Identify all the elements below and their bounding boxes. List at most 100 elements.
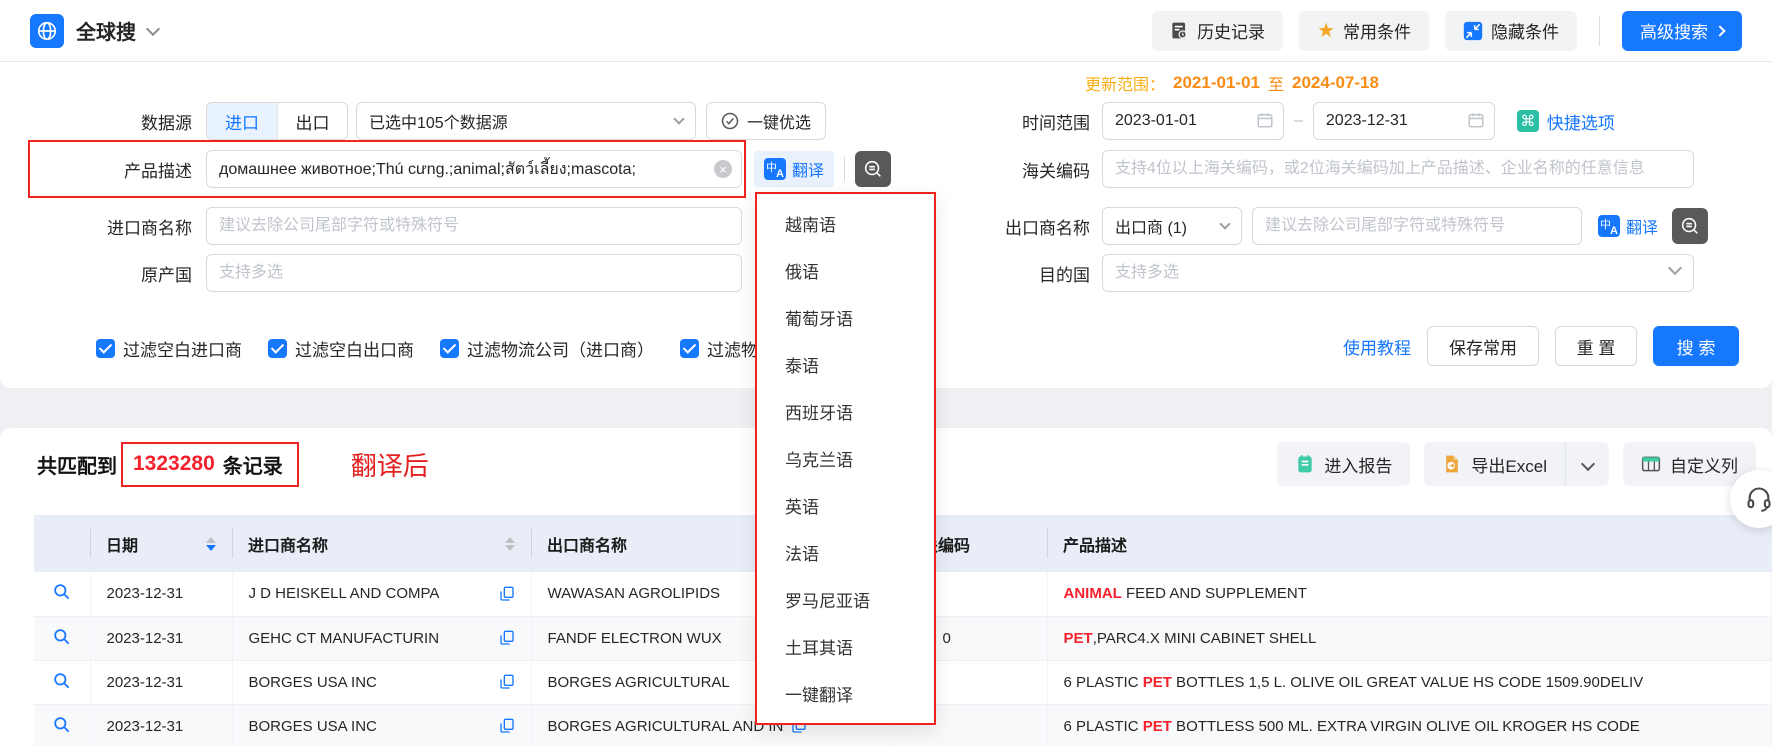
copy-icon[interactable] — [499, 630, 515, 646]
header-importer[interactable]: 进口商名称 — [232, 515, 531, 572]
one-key-optimize-label: 一键优选 — [747, 109, 811, 133]
cell-importer: GEHC CT MANUFACTURIN — [232, 616, 531, 660]
save-favorite-button[interactable]: 保存常用 — [1427, 326, 1539, 366]
filter-label: 过滤空白出口商 — [295, 336, 414, 361]
field-divider — [844, 157, 845, 181]
menu-item-french[interactable]: 法语 — [757, 529, 934, 576]
translate-language-menu: 越南语 俄语 葡萄牙语 泰语 西班牙语 乌克兰语 英语 法语 罗马尼亚语 土耳其… — [755, 192, 936, 725]
reset-button[interactable]: 重 置 — [1555, 326, 1637, 366]
checkbox-checked-icon[interactable] — [268, 339, 287, 358]
chevron-down-icon — [1219, 218, 1230, 229]
one-key-optimize-button[interactable]: 一键优选 — [706, 102, 826, 140]
search-button[interactable]: 搜 索 — [1653, 326, 1739, 366]
row-detail-search-icon[interactable] — [52, 582, 71, 601]
cell-importer: BORGES USA INC — [232, 704, 531, 746]
product-desc-input[interactable] — [206, 150, 742, 188]
menu-item-spanish[interactable]: 西班牙语 — [757, 388, 934, 435]
cell-product-desc: PET,PARC4.X MINI CABINET SHELL — [1047, 616, 1772, 660]
menu-item-romanian[interactable]: 罗马尼亚语 — [757, 576, 934, 623]
menu-item-portuguese[interactable]: 葡萄牙语 — [757, 294, 934, 341]
exporter-translate-label: 翻译 — [1626, 214, 1658, 238]
menu-item-vietnamese[interactable]: 越南语 — [757, 200, 934, 247]
row-detail-search-icon[interactable] — [52, 715, 71, 734]
translated-search-icon[interactable] — [1672, 208, 1708, 244]
menu-item-thai[interactable]: 泰语 — [757, 341, 934, 388]
data-source-select[interactable]: 已选中105个数据源 — [356, 102, 696, 140]
exporter-input[interactable] — [1252, 207, 1582, 245]
exporter-translate-button[interactable]: 翻译 — [1598, 214, 1658, 238]
menu-item-russian[interactable]: 俄语 — [757, 247, 934, 294]
quick-options-link[interactable]: ⌘ 快捷选项 — [1517, 109, 1615, 134]
menu-item-turkish[interactable]: 土耳其语 — [757, 623, 934, 670]
enter-report-button[interactable]: 进入报告 — [1277, 442, 1410, 486]
advanced-search-button[interactable]: 高级搜索 — [1622, 11, 1742, 51]
cell-importer: BORGES USA INC — [232, 660, 531, 704]
annotation-translated-label: 翻译后 — [351, 446, 429, 483]
report-icon — [1295, 454, 1315, 474]
destination-input[interactable] — [1102, 254, 1694, 292]
copy-icon[interactable] — [499, 674, 515, 690]
header-date-label: 日期 — [106, 532, 138, 556]
row-detail-search-icon[interactable] — [52, 671, 71, 690]
menu-item-one-key-translate[interactable]: 一键翻译 — [757, 670, 934, 717]
chevron-right-icon — [1714, 25, 1725, 36]
update-range-from: 2021-01-01 — [1173, 73, 1260, 93]
origin-label: 原产国 — [30, 261, 192, 286]
app-switch-chevron-down-icon[interactable] — [146, 21, 160, 35]
copy-icon[interactable] — [499, 586, 515, 602]
date-separator: – — [1294, 112, 1303, 130]
export-excel-label: 导出Excel — [1471, 452, 1547, 477]
command-icon: ⌘ — [1517, 110, 1539, 132]
tab-export[interactable]: 出口 — [277, 103, 347, 139]
checkbox-checked-icon[interactable] — [96, 339, 115, 358]
header-date[interactable]: 日期 — [90, 515, 232, 572]
menu-item-ukrainian[interactable]: 乌克兰语 — [757, 435, 934, 482]
cell-importer: J D HEISKELL AND COMPA — [232, 572, 531, 616]
copy-icon[interactable] — [499, 718, 515, 734]
tab-import[interactable]: 进口 — [207, 103, 277, 139]
importer-label: 进口商名称 — [30, 214, 192, 239]
menu-item-english[interactable]: 英语 — [757, 482, 934, 529]
app-title: 全球搜 — [76, 16, 136, 45]
filter-blank-exporter[interactable]: 过滤空白出口商 — [268, 336, 414, 361]
history-button[interactable]: 历史记录 — [1152, 11, 1283, 51]
translate-icon — [764, 158, 786, 180]
checkbox-checked-icon[interactable] — [680, 339, 699, 358]
tutorial-link[interactable]: 使用教程 — [1343, 334, 1411, 359]
clear-icon[interactable]: × — [714, 160, 732, 178]
header-product-desc[interactable]: 产品描述 — [1047, 515, 1772, 572]
origin-input[interactable] — [206, 254, 742, 292]
product-desc-field[interactable]: × — [206, 150, 742, 188]
sort-icon-importer[interactable] — [505, 537, 515, 551]
checkbox-checked-icon[interactable] — [440, 339, 459, 358]
filter-label: 过滤空白进口商 — [123, 336, 242, 361]
translate-button[interactable]: 翻译 — [754, 151, 834, 187]
favorites-button[interactable]: ★ 常用条件 — [1299, 11, 1429, 51]
date-from-field[interactable] — [1102, 102, 1284, 140]
update-range-joiner: 至 — [1268, 71, 1284, 95]
data-source-tabs: 进口 出口 — [206, 102, 348, 140]
destination-field[interactable] — [1102, 254, 1694, 292]
highlight-keyword: PET — [1143, 674, 1172, 691]
results-actions: 进入报告 导出Excel — [1277, 442, 1756, 486]
importer-input[interactable] — [206, 207, 742, 245]
update-range-label: 更新范围： — [1085, 71, 1165, 95]
update-range-to: 2024-07-18 — [1292, 73, 1379, 93]
exporter-type-select[interactable]: 出口商 (1) — [1102, 207, 1242, 245]
hide-conditions-button[interactable]: 隐藏条件 — [1445, 11, 1577, 51]
export-options-chevron[interactable] — [1565, 442, 1609, 486]
translated-search-icon[interactable] — [855, 151, 891, 187]
sort-icon-date[interactable] — [206, 537, 216, 551]
match-count-line: 共匹配到 1323280 条记录 翻译后 — [37, 444, 429, 484]
date-to-field[interactable] — [1313, 102, 1495, 140]
hs-code-input[interactable] — [1102, 150, 1694, 188]
export-excel-button[interactable]: 导出Excel — [1424, 442, 1565, 486]
highlight-keyword: PET — [1064, 630, 1093, 647]
row-detail-search-icon[interactable] — [52, 627, 71, 646]
filter-logistics-importer[interactable]: 过滤物流公司（进口商） — [440, 336, 654, 361]
match-count-suffix: 条记录 — [223, 450, 283, 479]
filter-blank-importer[interactable]: 过滤空白进口商 — [96, 336, 242, 361]
translate-label: 翻译 — [792, 157, 824, 181]
collapse-icon — [1463, 21, 1483, 41]
cell-product-desc: ANIMAL FEED AND SUPPLEMENT — [1047, 572, 1772, 616]
